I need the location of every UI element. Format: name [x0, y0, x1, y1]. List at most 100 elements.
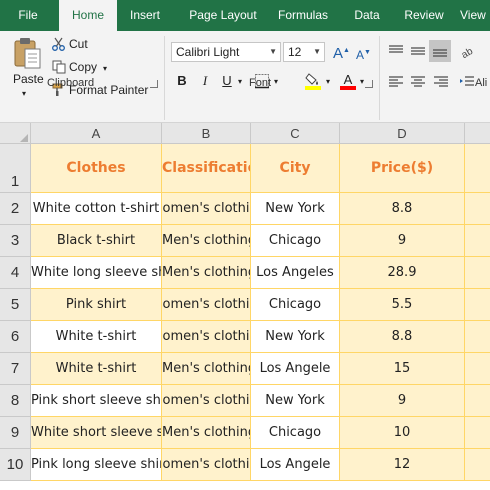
row-header[interactable]: 2 — [0, 193, 31, 225]
tab-file[interactable]: File — [0, 0, 56, 31]
clipboard-launcher-icon[interactable] — [150, 80, 158, 88]
table-cell[interactable]: 8.8 — [340, 321, 465, 353]
copy-button[interactable]: Copy ▾ — [52, 59, 107, 77]
indent-icon[interactable] — [459, 75, 475, 89]
row-header[interactable]: 10 — [0, 449, 31, 481]
italic-button[interactable]: I — [197, 72, 213, 90]
tab-data[interactable]: Data — [342, 0, 392, 31]
paste-button[interactable]: Paste — [13, 71, 44, 87]
table-cell[interactable]: Pink long sleeve shir — [31, 449, 162, 481]
column-header-c[interactable]: C — [251, 123, 340, 144]
table-cell[interactable]: 5.5 — [340, 289, 465, 321]
table-cell[interactable]: 10 — [340, 417, 465, 449]
font-size-box[interactable]: 12 ▼ — [283, 42, 325, 62]
table-cell[interactable]: omen's clothi — [162, 449, 251, 481]
row-header[interactable]: 9 — [0, 417, 31, 449]
column-header-e[interactable] — [465, 123, 490, 144]
table-cell[interactable] — [465, 449, 490, 481]
table-cell[interactable]: Chicago — [251, 225, 340, 257]
column-header-a[interactable]: A — [31, 123, 162, 144]
orientation-icon[interactable]: ab — [459, 44, 475, 58]
table-cell[interactable]: 28.9 — [340, 257, 465, 289]
table-cell[interactable]: Men's clothing — [162, 225, 251, 257]
align-top-icon[interactable] — [388, 44, 404, 58]
font-name-dropdown-icon[interactable]: ▼ — [269, 43, 277, 61]
table-cell[interactable] — [465, 353, 490, 385]
increase-font-button[interactable]: A▲ — [333, 43, 350, 62]
font-launcher-icon[interactable] — [365, 80, 373, 88]
table-cell[interactable]: Men's clothing — [162, 353, 251, 385]
table-cell[interactable]: omen's clothi — [162, 321, 251, 353]
tab-page-layout[interactable]: Page Layout — [177, 0, 269, 31]
table-cell[interactable]: 15 — [340, 353, 465, 385]
row-header[interactable]: 4 — [0, 257, 31, 289]
underline-button[interactable]: U — [219, 72, 235, 90]
header-cell[interactable]: Price($) — [340, 144, 465, 193]
fill-color-icon[interactable] — [304, 71, 322, 91]
font-name-box[interactable]: Calibri Light ▼ — [171, 42, 281, 62]
table-cell[interactable]: Los Angeles — [251, 257, 340, 289]
table-cell[interactable]: New York — [251, 321, 340, 353]
underline-dropdown-icon[interactable]: ▾ — [238, 74, 242, 90]
table-cell[interactable]: Los Angele — [251, 353, 340, 385]
table-cell[interactable]: 9 — [340, 225, 465, 257]
table-cell[interactable]: Los Angele — [251, 449, 340, 481]
table-cell[interactable]: Men's clothing — [162, 417, 251, 449]
table-cell[interactable]: White t-shirt — [31, 321, 162, 353]
table-cell[interactable]: omen's clothi — [162, 193, 251, 225]
font-size-dropdown-icon[interactable]: ▼ — [313, 43, 321, 61]
header-cell[interactable]: City — [251, 144, 340, 193]
table-cell[interactable]: 12 — [340, 449, 465, 481]
fill-color-dropdown-icon[interactable]: ▾ — [326, 74, 330, 90]
table-cell[interactable] — [465, 385, 490, 417]
tab-insert[interactable]: Insert — [119, 0, 171, 31]
borders-dropdown-icon[interactable]: ▾ — [274, 74, 278, 90]
table-cell[interactable] — [465, 289, 490, 321]
tab-review[interactable]: Review — [396, 0, 452, 31]
align-middle-icon[interactable] — [410, 44, 426, 58]
row-header[interactable]: 3 — [0, 225, 31, 257]
table-cell[interactable]: Chicago — [251, 289, 340, 321]
table-cell[interactable] — [465, 321, 490, 353]
cut-button[interactable]: Cut — [52, 36, 88, 52]
table-cell[interactable] — [465, 417, 490, 449]
table-cell[interactable]: White long sleeve shi — [31, 257, 162, 289]
align-center-icon[interactable] — [410, 75, 426, 89]
row-header[interactable]: 8 — [0, 385, 31, 417]
table-cell[interactable]: New York — [251, 193, 340, 225]
select-all-button[interactable] — [0, 123, 31, 144]
font-color-dropdown-icon[interactable]: ▾ — [360, 74, 364, 90]
table-cell[interactable] — [465, 257, 490, 289]
table-cell[interactable]: Black t-shirt — [31, 225, 162, 257]
column-header-d[interactable]: D — [340, 123, 465, 144]
paste-icon[interactable] — [12, 37, 42, 69]
row-header[interactable]: 1 — [0, 144, 31, 193]
table-cell[interactable]: White t-shirt — [31, 353, 162, 385]
row-header[interactable]: 7 — [0, 353, 31, 385]
table-cell[interactable]: Chicago — [251, 417, 340, 449]
copy-dropdown-icon[interactable]: ▾ — [103, 64, 107, 73]
row-header[interactable]: 6 — [0, 321, 31, 353]
table-cell[interactable]: Pink short sleeve shir — [31, 385, 162, 417]
tab-formulas[interactable]: Formulas — [270, 0, 336, 31]
column-header-b[interactable]: B — [162, 123, 251, 144]
table-cell[interactable]: White short sleeve sh — [31, 417, 162, 449]
header-cell[interactable] — [465, 144, 490, 193]
table-cell[interactable]: Pink shirt — [31, 289, 162, 321]
table-cell[interactable]: 9 — [340, 385, 465, 417]
font-color-icon[interactable]: A — [339, 71, 357, 91]
align-bottom-button[interactable] — [429, 40, 451, 62]
table-cell[interactable]: White cotton t-shirt — [31, 193, 162, 225]
table-cell[interactable]: omen's clothi — [162, 385, 251, 417]
tab-view[interactable]: View — [460, 0, 490, 31]
header-cell[interactable]: Classification — [162, 144, 251, 193]
decrease-font-button[interactable]: A▼ — [356, 45, 371, 63]
align-left-icon[interactable] — [388, 75, 404, 89]
tab-home[interactable]: Home — [59, 0, 117, 32]
bold-button[interactable]: B — [174, 72, 190, 90]
table-cell[interactable] — [465, 225, 490, 257]
table-cell[interactable]: omen's clothi — [162, 289, 251, 321]
header-cell[interactable]: Clothes — [31, 144, 162, 193]
table-cell[interactable] — [465, 193, 490, 225]
table-cell[interactable]: Men's clothing — [162, 257, 251, 289]
